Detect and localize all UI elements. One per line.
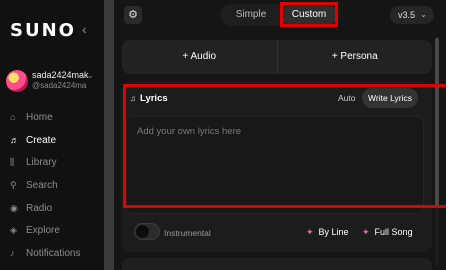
version-label: v3.5 [398, 10, 416, 20]
full-song-button[interactable]: ✦ Full Song [362, 227, 413, 238]
chevron-left-icon[interactable]: ‹ [82, 21, 87, 37]
page-edge [446, 0, 455, 270]
add-audio-button[interactable]: + Audio [122, 40, 277, 74]
sidebar-nav: ⌂ Home ♬ Create ⫼ Library ⚲ Search ◉ Rad… [10, 106, 102, 265]
sidebar-item-radio[interactable]: ◉ Radio [10, 197, 102, 220]
sidebar-item-label: Search [26, 179, 58, 191]
sidebar-item-explore[interactable]: ◈ Explore [10, 219, 102, 242]
home-icon: ⌂ [10, 112, 16, 123]
library-icon: ⫼ [10, 157, 15, 168]
gear-icon[interactable]: ⚙ [124, 6, 142, 24]
sidebar-item-notifications[interactable]: ♪ Notifications [10, 242, 102, 265]
by-line-label: By Line [318, 227, 349, 237]
sidebar-item-home[interactable]: ⌂ Home [10, 106, 102, 129]
search-icon: ⚲ [10, 179, 17, 190]
tab-simple[interactable]: Simple [222, 6, 280, 24]
highlight-box-lyrics [123, 84, 451, 208]
instrumental-label: Instrumental [164, 228, 211, 238]
chevron-down-icon[interactable]: ⌄ [87, 71, 94, 80]
user-handle: @sada2424ma [32, 81, 87, 90]
add-persona-button[interactable]: + Persona [278, 40, 433, 74]
sidebar-item-library[interactable]: ⫼ Library [10, 151, 102, 174]
next-card [122, 258, 432, 270]
sparkle-icon: ✦ [362, 227, 370, 237]
sidebar-item-label: Radio [26, 202, 53, 214]
sidebar: SUNO ‹ sada2424mak @sada2424ma ⌄ ⌂ Home … [0, 0, 104, 270]
suno-logo[interactable]: SUNO [10, 20, 76, 41]
explore-icon: ◈ [10, 225, 17, 236]
sidebar-item-label: Create [26, 134, 57, 146]
app-window: SUNO ‹ sada2424mak @sada2424ma ⌄ ⌂ Home … [0, 0, 455, 270]
radio-icon: ◉ [10, 202, 18, 213]
sidebar-item-create[interactable]: ♬ Create [10, 129, 102, 152]
avatar[interactable] [6, 70, 28, 92]
username[interactable]: sada2424mak [32, 70, 89, 80]
version-select[interactable]: v3.5 ⌄ [390, 6, 434, 24]
sparkle-icon: ✦ [306, 227, 314, 237]
sidebar-item-label: Explore [26, 225, 60, 237]
highlight-box-custom [280, 2, 338, 27]
by-line-button[interactable]: ✦ By Line [306, 227, 349, 238]
sidebar-item-label: Home [26, 111, 53, 123]
music-note-icon: ♬ [10, 135, 19, 146]
sidebar-item-label: Library [26, 157, 57, 169]
sidebar-item-search[interactable]: ⚲ Search [10, 174, 102, 197]
bell-icon: ♪ [10, 248, 15, 259]
full-song-label: Full Song [374, 227, 413, 237]
instrumental-toggle[interactable] [134, 223, 160, 240]
sidebar-item-label: Notifications [26, 247, 81, 259]
sidebar-scrollbar[interactable] [104, 0, 114, 270]
chevron-down-icon: ⌄ [420, 10, 427, 19]
add-row: + Audio + Persona [122, 40, 432, 74]
toggle-knob [136, 225, 149, 238]
